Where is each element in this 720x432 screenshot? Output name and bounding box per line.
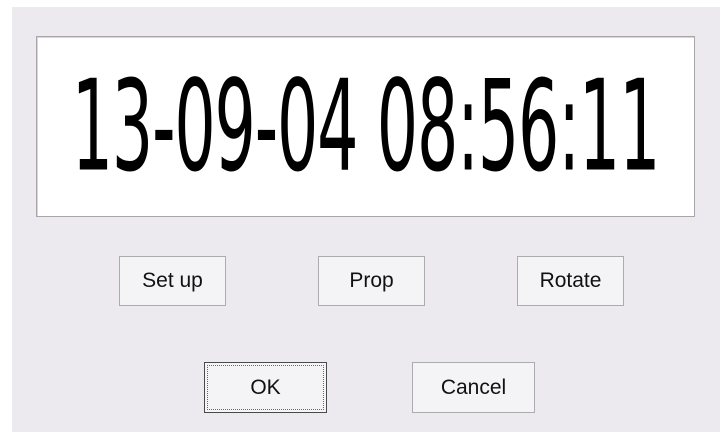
clock-display: 13-09-04 08:56:11 <box>36 36 695 217</box>
clock-dialog: 13-09-04 08:56:11 Set up Prop Rotate OK … <box>12 7 720 432</box>
setup-button[interactable]: Set up <box>119 256 226 306</box>
clock-display-text: 13-09-04 08:56:11 <box>71 53 661 200</box>
prop-button[interactable]: Prop <box>318 256 425 306</box>
ok-button[interactable]: OK <box>204 362 327 413</box>
rotate-button[interactable]: Rotate <box>517 256 624 306</box>
cancel-button[interactable]: Cancel <box>412 362 535 413</box>
